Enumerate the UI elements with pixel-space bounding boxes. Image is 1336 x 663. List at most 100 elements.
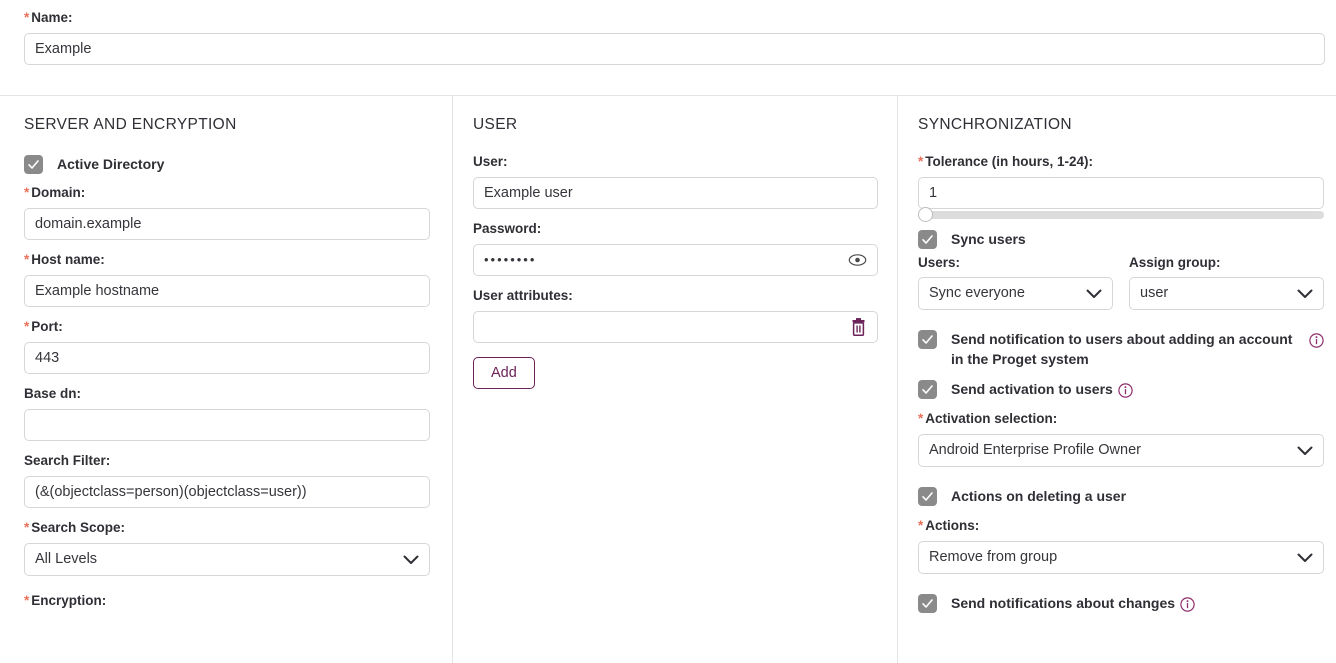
required-asterisk: *	[918, 411, 924, 426]
required-asterisk: *	[24, 185, 30, 200]
send-notification-account-row[interactable]: Send notification to users about adding …	[918, 329, 1324, 369]
check-icon	[922, 235, 933, 244]
actions-field-group: * Actions: Remove from group	[918, 518, 1324, 579]
domain-field-group: * Domain:	[24, 185, 430, 240]
search-filter-input[interactable]	[24, 476, 430, 508]
sync-users-checkbox-row[interactable]: Sync users	[918, 229, 1324, 249]
check-icon	[922, 335, 933, 344]
host-name-input[interactable]	[24, 275, 430, 307]
actions-select[interactable]: Remove from group	[918, 541, 1324, 574]
domain-label-text: Domain:	[31, 185, 86, 200]
info-icon[interactable]	[1180, 597, 1195, 612]
server-section-title: SERVER AND ENCRYPTION	[24, 116, 237, 133]
actions-on-deleting-label: Actions on deleting a user	[951, 488, 1127, 504]
search-filter-label: Search Filter:	[24, 453, 111, 468]
required-asterisk: *	[918, 154, 924, 169]
user-input[interactable]	[473, 177, 878, 209]
name-input[interactable]	[24, 33, 1325, 65]
user-field-group: User:	[473, 154, 878, 209]
search-scope-label-text: Search Scope:	[31, 520, 126, 535]
required-asterisk: *	[24, 593, 30, 608]
name-label: * Name:	[24, 10, 1324, 26]
actions-label-text: Actions:	[925, 518, 980, 533]
tolerance-slider-track[interactable]	[918, 211, 1324, 219]
send-notification-account-checkbox[interactable]	[918, 330, 937, 349]
assign-group-select-value[interactable]: user	[1129, 277, 1324, 310]
search-scope-select[interactable]: All Levels	[24, 543, 430, 576]
ldap-configuration-form: *Name: SERVER AND ENCRYPTION Active Dire…	[0, 0, 1336, 663]
encryption-label: * Encryption:	[24, 593, 428, 609]
base-dn-label: Base dn:	[24, 386, 82, 401]
assign-group-label: Assign group:	[1129, 255, 1221, 270]
send-activation-checkbox[interactable]	[918, 380, 937, 399]
tolerance-input[interactable]	[918, 177, 1324, 209]
active-directory-checkbox-row[interactable]: Active Directory	[24, 154, 428, 174]
tolerance-label-text: Tolerance (in hours, 1-24):	[925, 154, 1094, 169]
server-and-encryption-column: SERVER AND ENCRYPTION Active Directory *…	[0, 96, 452, 663]
activation-selection-select[interactable]: Android Enterprise Profile Owner	[918, 434, 1324, 467]
tolerance-slider-thumb[interactable]	[918, 207, 933, 222]
check-icon	[922, 599, 933, 608]
host-name-label-text: Host name:	[31, 252, 105, 267]
trash-icon[interactable]	[850, 318, 867, 337]
send-notification-account-label: Send notification to users about adding …	[951, 331, 1293, 367]
sync-users-checkbox[interactable]	[918, 230, 937, 249]
user-attributes-label: User attributes:	[473, 288, 573, 303]
users-select[interactable]: Sync everyone	[918, 277, 1113, 310]
users-select-value[interactable]: Sync everyone	[918, 277, 1113, 310]
encryption-field-group: * Encryption:	[24, 593, 428, 609]
password-label: Password:	[473, 221, 542, 236]
domain-input[interactable]	[24, 208, 430, 240]
assign-group-select[interactable]: user	[1129, 277, 1324, 310]
active-directory-label: Active Directory	[57, 156, 165, 172]
send-notifications-changes-checkbox[interactable]	[918, 594, 937, 613]
required-asterisk: *	[24, 520, 30, 535]
user-attributes-input-wrapper	[473, 311, 878, 343]
activation-selection-value[interactable]: Android Enterprise Profile Owner	[918, 434, 1324, 467]
host-name-field-group: * Host name:	[24, 252, 430, 307]
encryption-label-text: Encryption:	[31, 593, 107, 608]
actions-on-deleting-row[interactable]: Actions on deleting a user	[918, 486, 1324, 506]
check-icon	[922, 385, 933, 394]
check-icon	[28, 160, 39, 169]
search-scope-label: * Search Scope:	[24, 520, 428, 536]
activation-selection-field-group: * Activation selection: Android Enterpris…	[918, 411, 1324, 472]
info-icon[interactable]	[1309, 333, 1324, 348]
base-dn-field-group: Base dn:	[24, 386, 430, 441]
send-notifications-changes-row[interactable]: Send notifications about changes	[918, 593, 1324, 613]
user-attributes-input[interactable]	[473, 311, 878, 343]
user-label: User:	[473, 154, 508, 169]
tolerance-slider[interactable]	[918, 207, 1324, 222]
host-name-label: * Host name:	[24, 252, 428, 268]
name-label-text: Name:	[31, 10, 73, 25]
base-dn-input[interactable]	[24, 409, 430, 441]
user-column: USER User: Password: ••••••••	[452, 96, 897, 663]
form-columns: SERVER AND ENCRYPTION Active Directory *…	[0, 96, 1336, 663]
send-activation-row[interactable]: Send activation to users	[918, 379, 1324, 399]
tolerance-label: * Tolerance (in hours, 1-24):	[918, 154, 1324, 170]
actions-on-deleting-checkbox[interactable]	[918, 487, 937, 506]
eye-icon[interactable]	[848, 254, 867, 267]
required-asterisk: *	[24, 10, 30, 25]
add-button[interactable]: Add	[473, 357, 535, 389]
port-field-group: * Port:	[24, 319, 430, 374]
sync-users-label: Sync users	[951, 231, 1026, 247]
name-field-group: * Name:	[0, 0, 1336, 65]
info-icon[interactable]	[1118, 383, 1133, 398]
user-section-title: USER	[473, 116, 518, 133]
required-asterisk: *	[918, 518, 924, 533]
actions-select-value[interactable]: Remove from group	[918, 541, 1324, 574]
port-label-text: Port:	[31, 319, 63, 334]
search-filter-field-group: Search Filter:	[24, 453, 430, 508]
users-assign-group-row: Users: Sync everyone Assign group: user	[918, 255, 1324, 315]
active-directory-checkbox[interactable]	[24, 155, 43, 174]
password-input[interactable]: ••••••••	[473, 244, 878, 276]
actions-label: * Actions:	[918, 518, 1324, 534]
port-input[interactable]	[24, 342, 430, 374]
users-field-group: Users: Sync everyone	[918, 255, 1113, 315]
domain-label: * Domain:	[24, 185, 428, 201]
password-field-group: Password: ••••••••	[473, 221, 878, 276]
search-scope-field-group: * Search Scope: All Levels	[24, 520, 430, 581]
user-attributes-field-group: User attributes:	[473, 288, 878, 343]
search-scope-select-value[interactable]: All Levels	[24, 543, 430, 576]
